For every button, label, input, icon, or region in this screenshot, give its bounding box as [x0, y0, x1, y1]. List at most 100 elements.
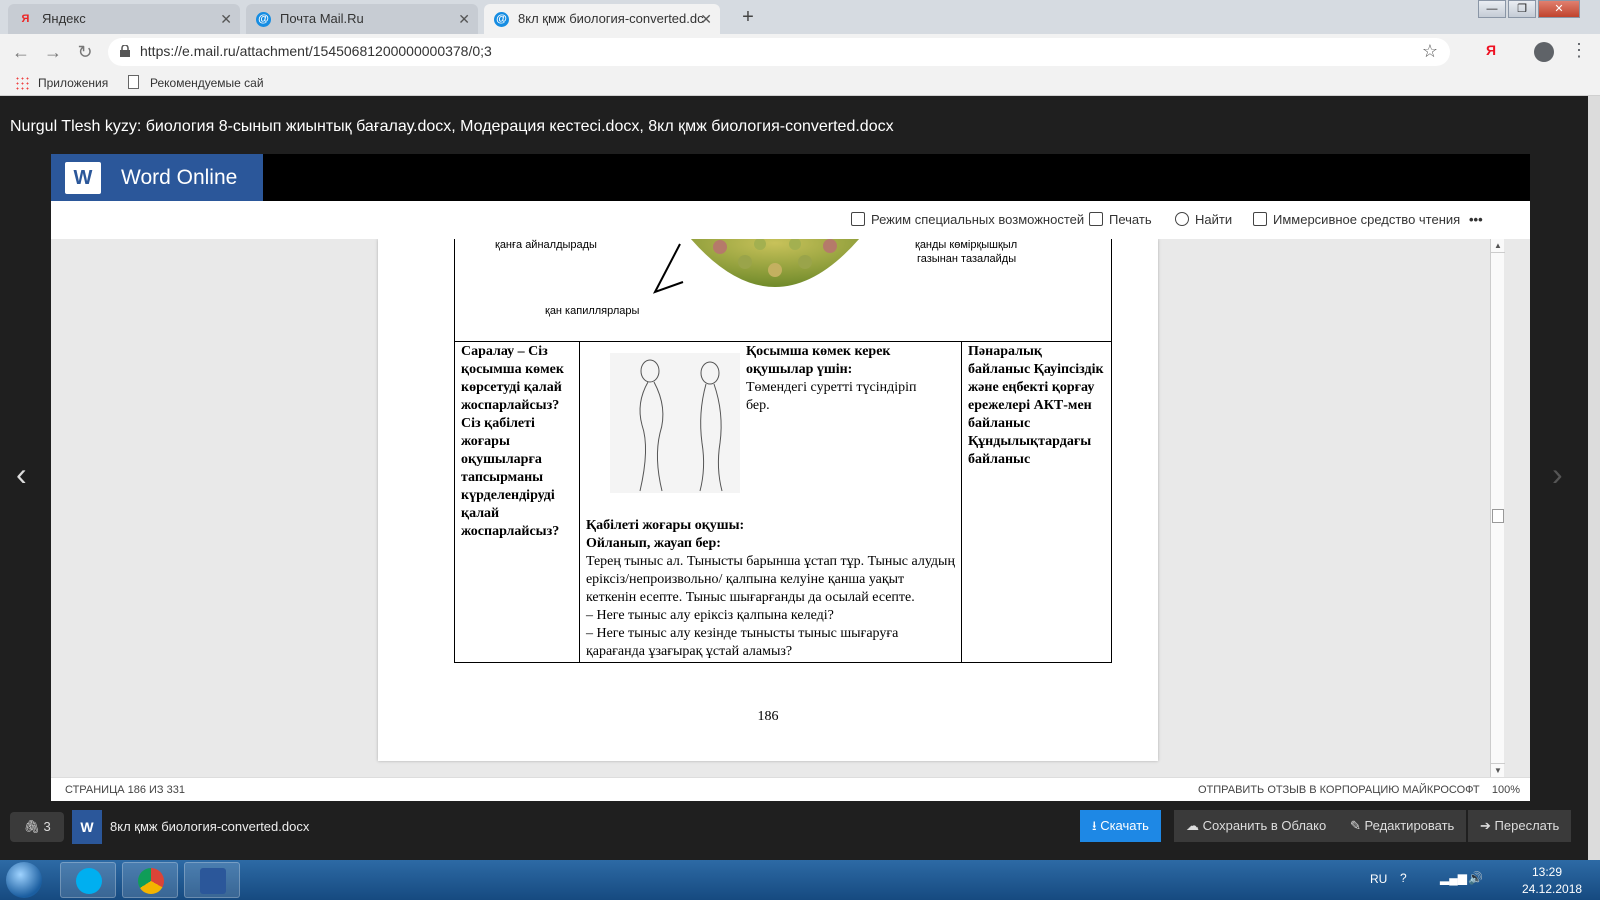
clock-date[interactable]: 24.12.2018	[1522, 882, 1582, 896]
browser-menu-icon[interactable]: ⋮	[1570, 40, 1588, 61]
differentiation-cell: Саралау – Сіз қосымша көмек көрсетуді қа…	[454, 341, 580, 663]
help-icon[interactable]: ?	[1400, 871, 1407, 885]
close-icon[interactable]: ✕	[700, 4, 712, 34]
search-icon	[1175, 212, 1189, 226]
reload-icon[interactable]: ↻	[74, 41, 96, 63]
book-icon	[1253, 212, 1267, 226]
taskbar-chrome[interactable]	[122, 862, 178, 898]
taskbar-skype[interactable]	[60, 862, 116, 898]
find-button[interactable]: Найти	[1175, 212, 1232, 227]
printer-icon	[1089, 212, 1103, 226]
status-bar: СТРАНИЦА 186 ИЗ 331 ОТПРАВИТЬ ОТЗЫВ В КО…	[51, 777, 1530, 801]
browser-tab-strip: Я Яндекс ✕ @ Почта Mail.Ru ✕ @ 8кл қмж б…	[0, 0, 1600, 34]
maximize-button[interactable]: ❐	[1508, 0, 1536, 18]
app-title: Word Online	[121, 166, 238, 189]
clock-time[interactable]: 13:29	[1532, 865, 1562, 879]
word-online-brand: W Word Online	[51, 154, 263, 201]
minimize-button[interactable]: —	[1478, 0, 1506, 18]
help-text: Төмендегі суретті түсіндіріп бер.	[745, 380, 917, 413]
save-to-cloud-button[interactable]: ☁ Сохранить в Облако	[1174, 810, 1339, 842]
attachment-bar: 🖇 3 W 8кл қмж биология-converted.docx ⭳ …	[0, 801, 1588, 860]
word-logo-icon: W	[65, 162, 101, 194]
window-close-button[interactable]: ✕	[1538, 0, 1580, 18]
system-tray: RU ? ▂▄▆ 🔊 13:29 24.12.2018	[1370, 860, 1600, 900]
start-button[interactable]	[6, 862, 42, 898]
taskbar-word[interactable]	[184, 862, 240, 898]
page-number: 186	[757, 709, 779, 724]
account-icon[interactable]	[1534, 42, 1554, 62]
question-2: – Неге тыныс алу кезінде тынысты тыныс ш…	[585, 626, 899, 659]
back-arrow-icon[interactable]: ←	[10, 41, 32, 63]
mailru-icon: @	[256, 12, 271, 27]
tab-label: Яндекс	[42, 11, 86, 26]
print-button[interactable]: Печать	[1089, 212, 1152, 227]
yandex-extension-icon[interactable]: Я	[1486, 42, 1496, 58]
url-text: https://e.mail.ru/attachment/15450681200…	[140, 43, 492, 59]
attachments-count-button[interactable]: 🖇 3	[10, 812, 64, 842]
immersive-reader-button[interactable]: Иммерсивное средство чтения	[1253, 212, 1460, 227]
tasks-top: Қосымша көмек керек оқушылар үшін: Төмен…	[586, 343, 955, 517]
gifted-heading: Қабілеті жоғары оқушы:	[585, 518, 745, 533]
forward-button[interactable]: ➔ Переслать	[1468, 810, 1572, 842]
command-bar: Режим специальных возможностей Печать На…	[51, 201, 1530, 239]
tab-document[interactable]: @ 8кл қмж биология-converted.dc ✕	[484, 4, 720, 34]
scroll-thumb[interactable]	[1492, 509, 1504, 523]
bookmark-apps[interactable]: Приложения	[38, 76, 108, 90]
scroll-down-arrow-icon[interactable]: ▼	[1491, 763, 1505, 777]
previous-attachment-icon[interactable]: ‹	[16, 456, 27, 493]
figure-label: қанға айналдырады	[495, 239, 597, 251]
edit-button[interactable]: ✎ Редактировать	[1338, 810, 1467, 842]
accessibility-icon	[851, 212, 865, 226]
help-block: Қосымша көмек керек оқушылар үшін: Төмен…	[746, 343, 942, 415]
tasks-cell: Қосымша көмек керек оқушылар үшін: Төмен…	[578, 341, 963, 663]
more-options-button[interactable]: •••	[1469, 212, 1483, 227]
word-file-icon: W	[72, 810, 102, 844]
document-area: қанға айналдырады қанды көмірқышқыл газы…	[51, 239, 1530, 777]
bookmark-recommended[interactable]: Рекомендуемые сай	[150, 76, 264, 90]
browser-toolbar: ← → ↻ https://e.mail.ru/attachment/15450…	[0, 34, 1600, 70]
forward-arrow-icon: ➔	[1480, 818, 1491, 833]
question-1: – Неге тыныс алу еріксіз қалпына келеді?	[585, 608, 834, 623]
word-icon	[200, 868, 226, 894]
language-indicator[interactable]: RU	[1370, 872, 1387, 886]
zoom-level[interactable]: 100%	[1492, 784, 1520, 796]
posture-figure	[609, 353, 740, 493]
differentiation-row: Саралау – Сіз қосымша көмек көрсетуді қа…	[454, 341, 1112, 663]
lock-icon	[120, 45, 130, 57]
tab-yandex[interactable]: Я Яндекс ✕	[8, 4, 240, 34]
figure-label: газынан тазалайды	[917, 253, 1017, 265]
alveoli-figure	[652, 239, 859, 294]
download-icon: ⭳	[1092, 818, 1097, 833]
feedback-link[interactable]: ОТПРАВИТЬ ОТЗЫВ В КОРПОРАЦИЮ МАЙКРОСОФТ	[1198, 784, 1480, 796]
apps-grid-icon	[15, 76, 29, 90]
chrome-icon	[138, 868, 164, 894]
close-icon[interactable]: ✕	[458, 4, 470, 34]
windows-taskbar: RU ? ▂▄▆ 🔊 13:29 24.12.2018	[0, 860, 1600, 900]
address-bar[interactable]: https://e.mail.ru/attachment/15450681200…	[108, 38, 1450, 66]
next-attachment-icon[interactable]: ›	[1552, 456, 1563, 493]
tab-label: 8кл қмж биология-converted.dc	[518, 11, 704, 26]
volume-icon[interactable]: 🔊	[1468, 871, 1483, 885]
vertical-scrollbar[interactable]: ▲ ▼	[1490, 239, 1505, 777]
scroll-up-arrow-icon[interactable]: ▲	[1491, 239, 1505, 253]
download-button[interactable]: ⭳ Скачать	[1080, 810, 1161, 842]
paperclip-icon: 🖇	[23, 819, 40, 834]
tab-mailru[interactable]: @ Почта Mail.Ru ✕	[246, 4, 478, 34]
figure-row: қанға айналдырады қанды көмірқышқыл газы…	[454, 239, 1112, 342]
page-counter: СТРАНИЦА 186 ИЗ 331	[65, 784, 185, 796]
figure-label: қан капиллярлары	[545, 305, 640, 317]
new-tab-button[interactable]: +	[736, 6, 760, 30]
bookmarks-bar: Приложения Рекомендуемые сай	[0, 70, 1600, 96]
bookmark-star-icon[interactable]: ☆	[1422, 41, 1438, 62]
signal-icon[interactable]: ▂▄▆	[1440, 871, 1467, 885]
task-text: Терең тыныс ал. Тынысты барынша ұстап тұ…	[585, 554, 955, 605]
forward-arrow-icon[interactable]: →	[42, 41, 64, 63]
edit-icon: ✎	[1350, 818, 1361, 833]
help-heading: Қосымша көмек керек оқушылар үшін:	[745, 344, 891, 377]
lesson-table: қанға айналдырады қанды көмірқышқыл газы…	[454, 239, 1112, 663]
mailru-icon: @	[494, 12, 509, 27]
close-icon[interactable]: ✕	[220, 4, 232, 34]
attachment-name: 8кл қмж биология-converted.docx	[110, 819, 310, 834]
page-scrollbar[interactable]	[1588, 96, 1600, 860]
accessibility-mode-button[interactable]: Режим специальных возможностей	[851, 212, 1084, 227]
